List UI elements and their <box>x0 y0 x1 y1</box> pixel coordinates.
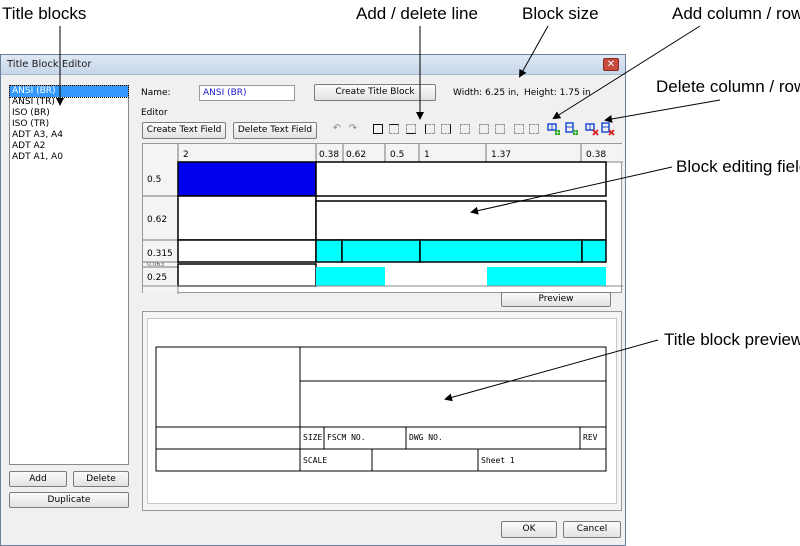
block-width: Width: 6.25 in, <box>453 88 520 98</box>
line-inner-icon[interactable] <box>495 124 505 134</box>
row-header-4: 0.25 <box>147 273 167 283</box>
close-button[interactable]: ✕ <box>603 58 619 71</box>
add-row-icon[interactable]: + <box>565 122 579 138</box>
name-input[interactable]: ANSI (BR) <box>199 85 295 101</box>
cell-r4-c1[interactable] <box>316 267 385 286</box>
create-text-field-button[interactable]: Create Text Field <box>142 122 226 139</box>
annotation-add-column-row: Add column / row <box>672 4 800 23</box>
cell-r1-c0[interactable] <box>177 195 317 241</box>
preview-dwg-label: DWG NO. <box>409 433 443 442</box>
preview-rev-label: REV <box>583 433 598 442</box>
cell-r4-c0[interactable] <box>177 263 317 287</box>
title-block-preview: SIZE FSCM NO. DWG NO. REV SCALE Sheet 1 <box>142 311 622 511</box>
cancel-button[interactable]: Cancel <box>563 521 621 538</box>
redo-icon[interactable]: ↷ <box>347 123 359 135</box>
create-title-block-button[interactable]: Create Title Block <box>314 84 436 101</box>
undo-icon[interactable]: ↶ <box>331 123 343 135</box>
preview-fscm-label: FSCM NO. <box>327 433 366 442</box>
cell-r4-c2[interactable] <box>385 267 487 286</box>
preview-size-label: SIZE <box>303 433 322 442</box>
col-header-3: 0.5 <box>390 150 404 160</box>
cell-r2-c3[interactable] <box>419 239 583 263</box>
line-hmid-icon[interactable] <box>460 124 470 134</box>
preview-canvas: SIZE FSCM NO. DWG NO. REV SCALE Sheet 1 <box>147 318 617 504</box>
cell-r2-c4[interactable] <box>581 239 607 263</box>
col-header-1: 0.38 <box>319 150 339 160</box>
line-none-icon[interactable] <box>529 124 539 134</box>
name-label: Name: <box>141 88 171 98</box>
duplicate-button[interactable]: Duplicate <box>9 492 129 508</box>
col-header-4: 1 <box>424 150 430 160</box>
col-header-2: 0.62 <box>346 150 366 160</box>
svg-text:+: + <box>573 130 578 137</box>
title-block-list[interactable]: ANSI (BR) ANSI (TR) ISO (BR) ISO (TR) ADT A3… <box>9 85 129 465</box>
list-item[interactable]: ANSI (BR) <box>9 85 129 98</box>
list-item[interactable]: ADT A3, A4 <box>10 130 128 141</box>
row-header-1: 0.62 <box>147 215 167 225</box>
annotation-title-block-preview: Title block preview <box>664 330 800 349</box>
annotation-delete-column-row: Delete column / row <box>656 77 800 96</box>
ok-button[interactable]: OK <box>501 521 557 538</box>
line-vmid-icon[interactable] <box>479 124 489 134</box>
cell-r0-c0-selected[interactable] <box>177 161 317 197</box>
cell-r4-c3[interactable] <box>487 267 606 286</box>
list-item[interactable]: ANSI (TR) <box>10 97 128 108</box>
cell-r1-c1[interactable] <box>315 200 607 241</box>
title-bar[interactable]: Title Block Editor ✕ <box>1 55 625 75</box>
svg-text:+: + <box>555 130 560 137</box>
add-button[interactable]: Add <box>9 471 67 487</box>
delete-column-icon[interactable] <box>585 122 599 138</box>
line-outer-icon[interactable] <box>514 124 524 134</box>
row-header-0: 0.5 <box>147 175 161 185</box>
row-header-2: 0.315 <box>147 249 173 259</box>
delete-row-icon[interactable] <box>601 122 615 138</box>
list-item[interactable]: ISO (BR) <box>10 108 128 119</box>
list-item[interactable]: ISO (TR) <box>10 119 128 130</box>
col-header-6: 0.38 <box>586 150 606 160</box>
annotation-block-size: Block size <box>522 4 599 23</box>
block-height: Height: 1.75 in <box>524 88 591 98</box>
title-block-editor-dialog: Title Block Editor ✕ ANSI (BR) ANSI (TR) I… <box>0 54 626 546</box>
annotation-block-editing-field: Block editing field <box>676 157 800 176</box>
delete-text-field-button[interactable]: Delete Text Field <box>233 122 317 139</box>
block-editing-field[interactable]: 2 0.38 0.62 0.5 1 1.37 0.38 0.5 0.62 0.3… <box>142 143 623 294</box>
line-left-icon[interactable] <box>425 124 435 134</box>
list-item[interactable]: ADT A2 <box>10 141 128 152</box>
delete-button[interactable]: Delete <box>73 471 129 487</box>
cell-r2-c1[interactable] <box>315 239 343 263</box>
box-all-icon[interactable] <box>373 124 383 134</box>
cell-r0-c1[interactable] <box>315 161 607 197</box>
preview-scale-label: SCALE <box>303 456 327 465</box>
editor-label: Editor <box>141 108 168 118</box>
col-header-5: 1.37 <box>491 150 511 160</box>
line-bottom-icon[interactable] <box>406 124 416 134</box>
window-title: Title Block Editor <box>7 59 92 70</box>
preview-button[interactable]: Preview <box>501 292 611 307</box>
line-right-icon[interactable] <box>441 124 451 134</box>
line-top-icon[interactable] <box>389 124 399 134</box>
annotation-title-blocks: Title blocks <box>2 4 87 23</box>
cell-r2-c0[interactable] <box>177 239 317 263</box>
list-item[interactable]: ADT A1, A0 <box>10 152 128 163</box>
preview-sheet-label: Sheet 1 <box>481 456 515 465</box>
annotation-add-delete-line: Add / delete line <box>356 4 478 23</box>
cell-r2-c2[interactable] <box>341 239 421 263</box>
add-column-icon[interactable]: + <box>547 122 561 138</box>
col-header-0: 2 <box>183 150 189 160</box>
